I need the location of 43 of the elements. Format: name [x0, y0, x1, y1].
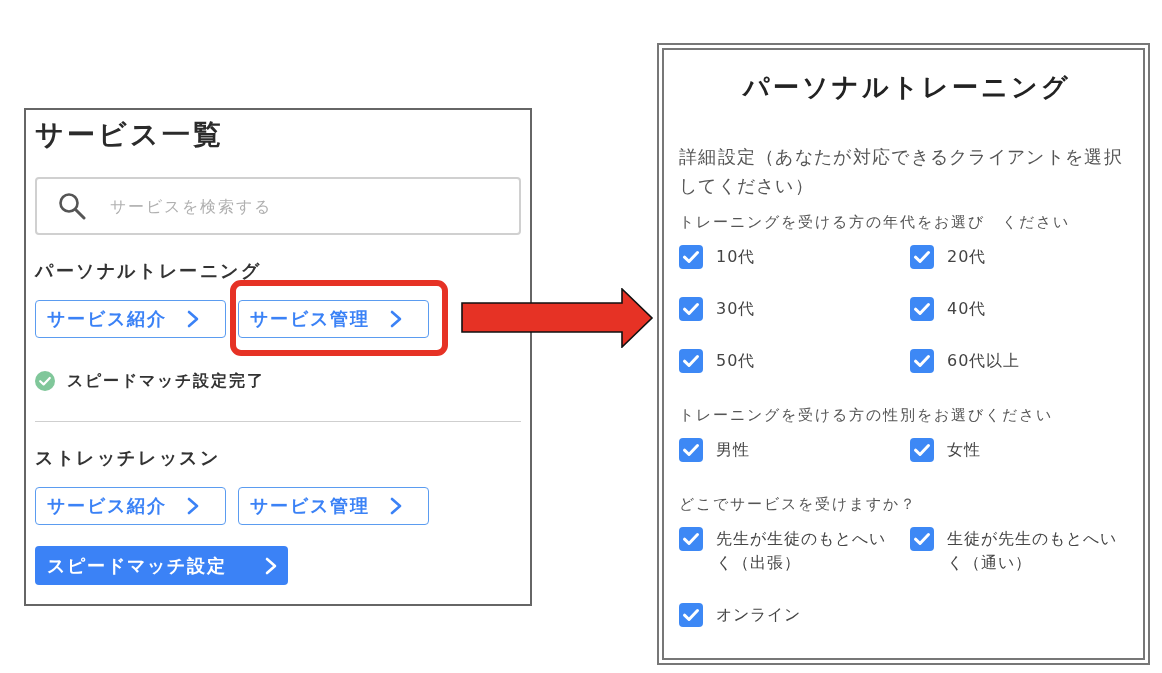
service-button[interactable]: サービス管理	[238, 487, 429, 525]
checkbox[interactable]	[679, 349, 703, 373]
search-field[interactable]: サービスを検索する	[35, 177, 521, 235]
section-heading: ストレッチレッスン	[35, 446, 221, 470]
option-label: 50代	[716, 350, 756, 372]
chevron-icon	[187, 310, 199, 328]
option-label: オンライン	[716, 604, 801, 626]
option-label: 先生が生徒のもとへいく（出張）	[716, 528, 887, 574]
service-button[interactable]: サービス管理	[238, 300, 429, 338]
group-heading: トレーニングを受ける方の性別をお選びください	[679, 405, 1054, 426]
option-label: 30代	[716, 298, 756, 320]
chevron-icon	[390, 310, 402, 328]
chevron-icon	[390, 497, 402, 515]
checkbox[interactable]	[679, 603, 703, 627]
checkbox[interactable]	[679, 527, 703, 551]
checkbox[interactable]	[910, 349, 934, 373]
page-title: サービス一覧	[35, 118, 224, 152]
checkbox[interactable]	[910, 297, 934, 321]
option-label: 10代	[716, 246, 756, 268]
group-heading: どこでサービスを受けますか？	[679, 494, 918, 515]
checkbox[interactable]	[910, 438, 934, 462]
chevron-icon	[187, 497, 199, 515]
option-label: 女性	[947, 439, 981, 461]
service-button[interactable]: サービス紹介	[35, 487, 226, 525]
checkbox[interactable]	[679, 297, 703, 321]
checkbox[interactable]	[679, 438, 703, 462]
search-icon	[58, 192, 86, 220]
checkbox[interactable]	[910, 527, 934, 551]
group-heading: トレーニングを受ける方の年代をお選び ください	[679, 212, 1071, 233]
service-button[interactable]: サービス紹介	[35, 300, 226, 338]
checkbox[interactable]	[679, 245, 703, 269]
chevron-icon	[265, 556, 277, 575]
option-label: 男性	[716, 439, 750, 461]
option-label: 生徒が先生のもとへいく（通い）	[947, 528, 1118, 574]
checkbox[interactable]	[910, 245, 934, 269]
primary-button[interactable]: スピードマッチ設定	[35, 546, 288, 585]
status-text: スピードマッチ設定完了	[67, 370, 265, 392]
description-text: 詳細設定（あなたが対応できるクライアントを選択してください）	[679, 145, 1124, 198]
panel-title: パーソナルトレーニング	[741, 71, 1072, 104]
option-label: 60代以上	[947, 350, 1021, 372]
option-label: 20代	[947, 246, 987, 268]
section-heading: パーソナルトレーニング	[35, 259, 262, 283]
option-label: 40代	[947, 298, 987, 320]
